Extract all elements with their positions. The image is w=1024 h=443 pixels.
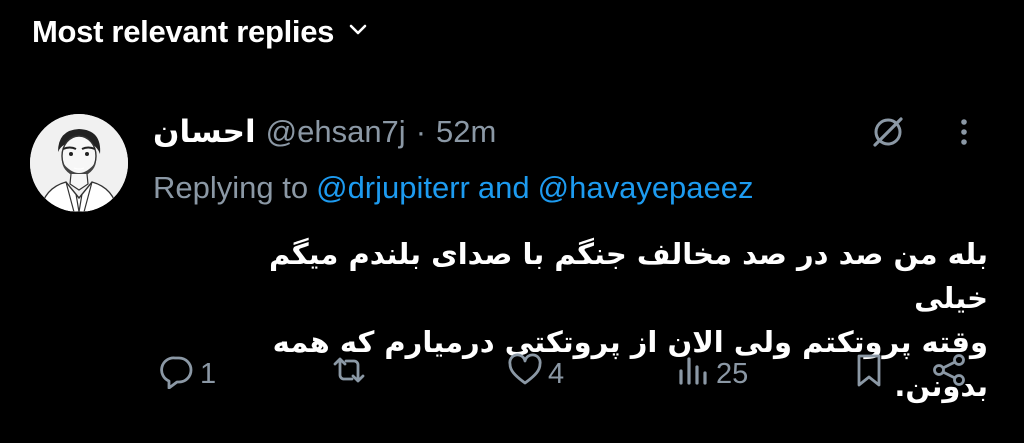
meta-separator: · <box>415 114 427 149</box>
tweet-top-actions <box>868 112 984 157</box>
user-handle[interactable]: @ehsan7j <box>266 114 406 150</box>
replies-sort-title: Most relevant replies <box>32 14 335 49</box>
more-icon[interactable] <box>944 112 984 157</box>
replying-to: Replying to @drjupiterr and @havayepaeez <box>153 166 754 210</box>
mention-link[interactable]: @drjupiterr <box>316 170 470 206</box>
chevron-down-icon <box>346 18 370 47</box>
mention-conjunction: and <box>477 170 530 205</box>
grok-icon[interactable] <box>868 112 908 157</box>
views-button[interactable]: 25 <box>674 350 748 398</box>
like-count: 4 <box>548 357 565 390</box>
tweet-text-line: بله من صد در صد مخالف جنگم با صدای بلندم… <box>268 237 988 315</box>
timestamp[interactable]: 52m <box>436 114 496 150</box>
views-icon <box>674 351 712 397</box>
share-icon <box>930 351 968 397</box>
mention-link[interactable]: @havayepaeez <box>538 170 754 206</box>
replies-sort-dropdown[interactable]: Most relevant replies <box>32 10 370 54</box>
reply-button[interactable]: 1 <box>158 350 216 398</box>
avatar[interactable] <box>30 114 128 212</box>
share-button[interactable] <box>930 350 968 398</box>
repost-icon <box>330 351 368 397</box>
tweet-actions: 1 4 25 <box>158 350 978 398</box>
reply-count: 1 <box>200 357 217 390</box>
reply-icon <box>158 351 196 397</box>
tweet-meta: احسان @ehsan7j · 52m <box>153 110 496 154</box>
replying-to-label: Replying to <box>153 170 309 205</box>
like-icon <box>506 351 544 397</box>
display-name[interactable]: احسان <box>153 114 256 150</box>
views-count: 25 <box>716 357 749 390</box>
avatar-illustration <box>30 114 128 212</box>
bookmark-button[interactable] <box>850 350 888 398</box>
bookmark-icon <box>850 351 888 397</box>
like-button[interactable]: 4 <box>506 350 564 398</box>
repost-button[interactable] <box>330 350 372 398</box>
